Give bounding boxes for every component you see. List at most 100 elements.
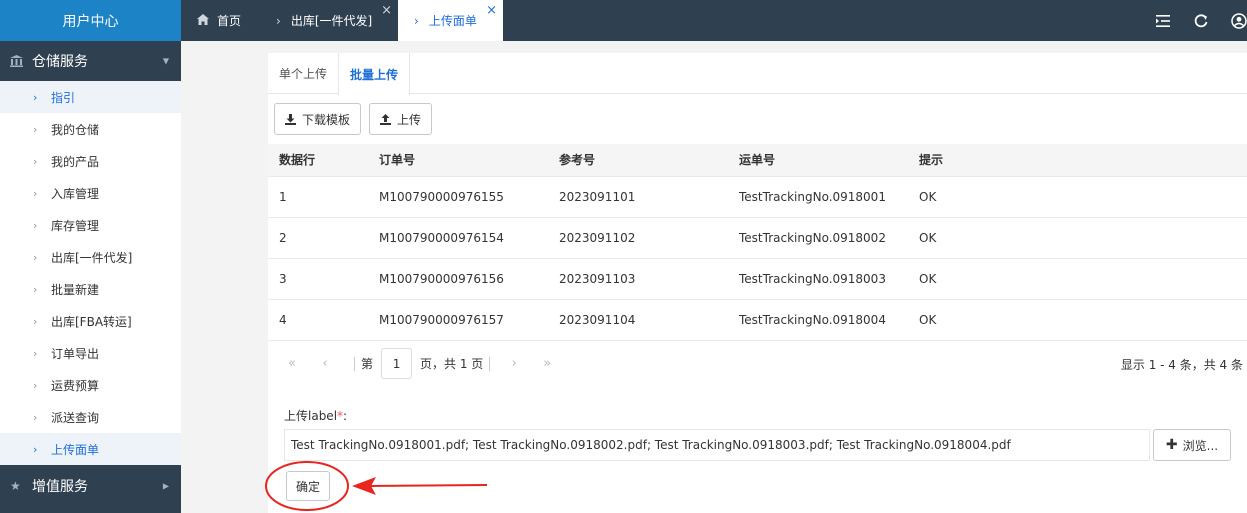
sidebar-item-guide[interactable]: › 指引 <box>0 81 181 113</box>
sidebar-item-my-products[interactable]: › 我的产品 <box>0 145 181 177</box>
upload-label-field-label: 上传label*: <box>284 409 348 423</box>
download-icon <box>285 113 296 125</box>
table-row: 4 M100790000976157 2023091104 TestTracki… <box>268 299 1247 341</box>
top-bar: 首页 › 出库[一件代发] × › 上传面单 × <box>181 0 1247 41</box>
column-header[interactable]: 参考号 <box>548 144 728 177</box>
sidebar-item-batch-create[interactable]: › 批量新建 <box>0 273 181 305</box>
table-row: 1 M100790000976155 2023091101 TestTracki… <box>268 176 1247 218</box>
table-cell: OK <box>908 258 1247 300</box>
chevron-right-icon: › <box>414 13 419 28</box>
upload-panel: 单个上传 批量上传 下载模板 上传 数据行 订单号 参考号 运单号 提示 1 M… <box>268 53 1247 513</box>
chevron-right-icon: › <box>33 186 38 200</box>
download-template-button[interactable]: 下载模板 <box>274 103 362 135</box>
column-header[interactable]: 订单号 <box>368 144 548 177</box>
tab-label: 首页 <box>217 14 242 28</box>
caret-down-icon: ▼ <box>162 56 169 66</box>
prev-page-icon[interactable]: ‹ <box>315 356 335 371</box>
user-icon[interactable] <box>1231 12 1247 29</box>
sub-tabs: 单个上传 批量上传 <box>268 53 1247 95</box>
sidebar-title: 用户中心 <box>0 0 181 41</box>
chevron-right-icon: › <box>33 122 38 136</box>
table-cell: M100790000976154 <box>368 217 548 259</box>
menu-indent-icon[interactable] <box>1155 13 1171 29</box>
chevron-right-icon: › <box>33 442 38 456</box>
column-header[interactable]: 数据行 <box>268 144 368 177</box>
sidebar-item-delivery-query[interactable]: › 派送查询 <box>0 401 181 433</box>
table-cell: M100790000976157 <box>368 299 548 341</box>
table-cell: M100790000976156 <box>368 258 548 300</box>
confirm-button[interactable]: 确定 <box>286 471 330 501</box>
tab-home[interactable]: 首页 <box>181 0 266 41</box>
sidebar-item-inventory[interactable]: › 库存管理 <box>0 209 181 241</box>
table-header-row: 数据行 订单号 参考号 运单号 提示 <box>268 144 1247 177</box>
chevron-right-icon: › <box>33 314 38 328</box>
table-cell: 3 <box>268 258 368 300</box>
chevron-right-icon: › <box>276 13 281 28</box>
sidebar-item-inbound[interactable]: › 入库管理 <box>0 177 181 209</box>
bank-icon <box>10 55 26 67</box>
tab-label: 上传面单 <box>428 14 477 28</box>
page-prefix: 第 <box>361 357 374 371</box>
chevron-right-icon: › <box>33 250 38 264</box>
page-number-input[interactable]: 1 <box>381 348 413 379</box>
pager-info: 显示 1 - 4 条，共 4 条 <box>1120 357 1243 372</box>
sidebar-item-freight-estimate[interactable]: › 运费预算 <box>0 369 181 401</box>
pager-divider <box>354 356 355 371</box>
chevron-right-icon: › <box>33 346 38 360</box>
table-cell: TestTrackingNo.0918003 <box>728 258 908 300</box>
chevron-right-icon: › <box>33 218 38 232</box>
table-cell: OK <box>908 176 1247 218</box>
table-cell: OK <box>908 299 1247 341</box>
browse-button[interactable]: ✚ 浏览... <box>1153 429 1231 461</box>
submenu-warehouse: › 指引 › 我的仓储 › 我的产品 › 入库管理 › 库存管理 › 出库[一件代发] › 批… <box>0 81 181 465</box>
first-page-icon[interactable]: « <box>282 356 302 371</box>
main-area: 单个上传 批量上传 下载模板 上传 数据行 订单号 参考号 运单号 提示 1 M… <box>181 41 1247 513</box>
table-cell: 2023091103 <box>548 258 728 300</box>
caret-right-icon: ▶ <box>162 481 169 491</box>
subtab-single-upload[interactable]: 单个上传 <box>268 53 338 94</box>
sidebar-item-upload-label[interactable]: › 上传面单 <box>0 433 181 465</box>
tab-outbound-dropship[interactable]: › 出库[一件代发] × <box>266 0 398 41</box>
file-list-input[interactable]: Test TrackingNo.0918001.pdf; Test Tracki… <box>284 429 1150 461</box>
chevron-right-icon: › <box>33 90 38 104</box>
chevron-right-icon: › <box>33 410 38 424</box>
chevron-right-icon: › <box>33 282 38 296</box>
tab-upload-label[interactable]: › 上传面单 × <box>398 0 503 41</box>
pager-divider <box>489 356 491 371</box>
menu-group-warehouse[interactable]: 仓储服务 ▼ <box>0 41 181 81</box>
last-page-icon[interactable]: » <box>537 356 557 371</box>
sidebar-item-order-export[interactable]: › 订单导出 <box>0 337 181 369</box>
table-cell: TestTrackingNo.0918004 <box>728 299 908 341</box>
column-header[interactable]: 运单号 <box>728 144 908 177</box>
close-icon[interactable]: × <box>486 4 497 17</box>
close-icon[interactable]: × <box>381 4 392 17</box>
plus-icon: ✚ <box>1165 437 1178 453</box>
chevron-right-icon: › <box>33 378 38 392</box>
table-cell: 2023091102 <box>548 217 728 259</box>
table-cell: 4 <box>268 299 368 341</box>
upload-icon <box>380 113 392 125</box>
subtab-batch-upload[interactable]: 批量上传 <box>338 53 411 95</box>
sidebar-item-my-warehouse[interactable]: › 我的仓储 <box>0 113 181 145</box>
menu-group-value-added[interactable]: ★ 增值服务 ▶ <box>0 465 181 507</box>
sidebar-item-outbound-dropship[interactable]: › 出库[一件代发] <box>0 241 181 273</box>
column-header[interactable]: 提示 <box>908 144 1247 177</box>
upload-button[interactable]: 上传 <box>369 103 433 135</box>
table-cell: 2023091104 <box>548 299 728 341</box>
top-icons <box>1155 0 1247 41</box>
table-cell: 2 <box>268 217 368 259</box>
table-row: 2 M100790000976154 2023091102 TestTracki… <box>268 217 1247 259</box>
chevron-right-icon: › <box>33 154 38 168</box>
sidebar: 用户中心 仓储服务 ▼ › 指引 › 我的仓储 › 我的产品 › 入库管理 › 库存管理 … <box>0 0 181 513</box>
refresh-icon[interactable] <box>1193 13 1209 29</box>
page-suffix: 页，共 1 页 <box>420 357 484 371</box>
table-cell: M100790000976155 <box>368 176 548 218</box>
toolbar: 下载模板 上传 <box>268 94 1247 144</box>
sidebar-item-outbound-fba[interactable]: › 出库[FBA转运] <box>0 305 181 337</box>
pagination: « ‹ 第 1 页，共 1 页 › » 显示 1 - 4 条，共 4 条 <box>268 341 1247 387</box>
menu-group-label: 仓储服务 <box>32 54 88 70</box>
table-cell: TestTrackingNo.0918002 <box>728 217 908 259</box>
tab-label: 出库[一件代发] <box>290 14 373 28</box>
home-icon <box>197 13 209 28</box>
next-page-icon[interactable]: › <box>504 356 524 371</box>
